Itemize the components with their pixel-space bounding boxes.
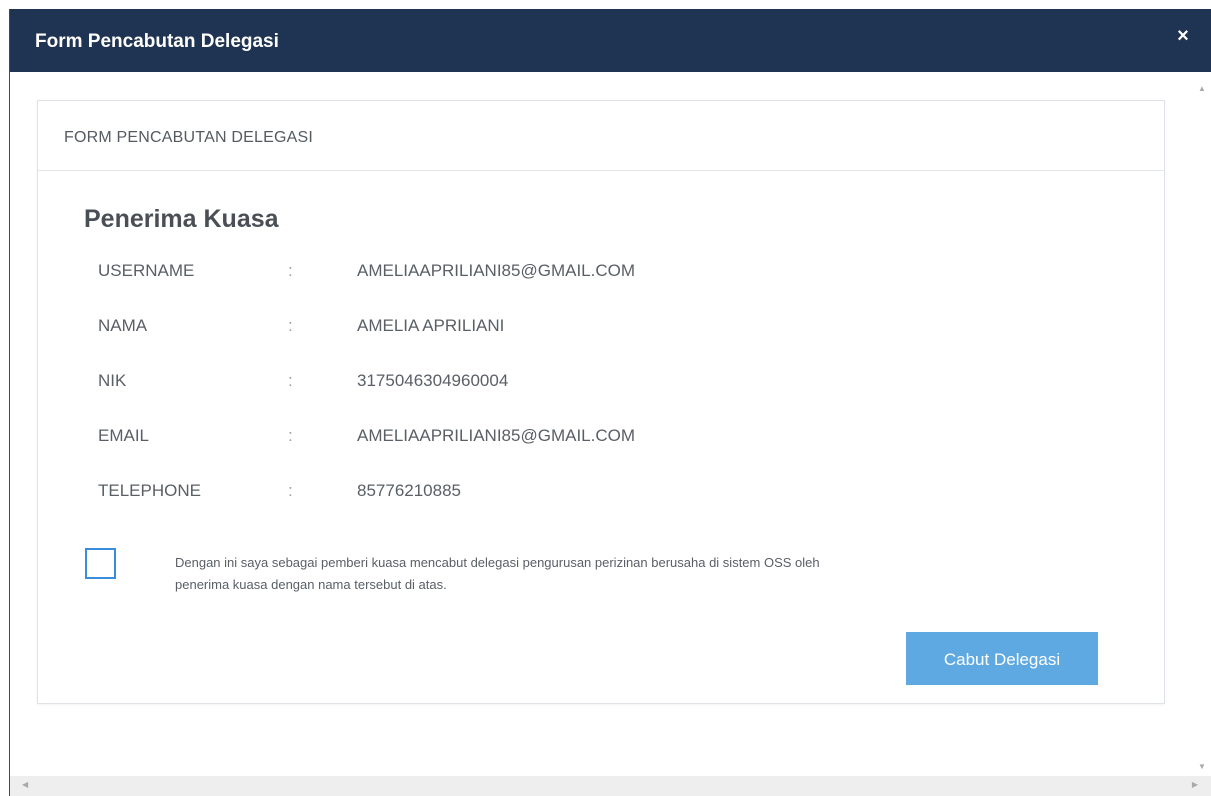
delegation-form-panel: FORM PENCABUTAN DELEGASI Penerima Kuasa … <box>37 100 1165 704</box>
info-separator: : <box>288 426 293 445</box>
scroll-left-icon[interactable]: ◀ <box>22 780 28 789</box>
panel-heading-text: FORM PENCABUTAN DELEGASI <box>64 129 313 146</box>
horizontal-scrollbar[interactable]: ◀ ▶ <box>10 776 1211 796</box>
modal-header: Form Pencabutan Delegasi × <box>10 9 1211 72</box>
info-label: NAMA <box>98 316 148 335</box>
info-label: USERNAME <box>98 261 195 280</box>
close-icon[interactable]: × <box>1172 25 1194 47</box>
vertical-scrollbar[interactable]: ▲ ▼ <box>1192 72 1211 775</box>
info-value: AMELIAAPRILIANI85@GMAIL.COM <box>357 426 636 445</box>
info-separator: : <box>288 481 293 500</box>
info-separator: : <box>288 316 293 335</box>
info-label: EMAIL <box>98 426 150 445</box>
info-separator: : <box>288 371 293 390</box>
info-value: AMELIAAPRILIANI85@GMAIL.COM <box>357 261 636 280</box>
agreement-checkbox[interactable] <box>85 548 116 579</box>
scroll-up-icon[interactable]: ▲ <box>1198 84 1206 93</box>
info-separator: : <box>288 261 293 280</box>
scroll-down-icon[interactable]: ▼ <box>1198 762 1206 771</box>
modal-title: Form Pencabutan Delegasi <box>35 31 279 52</box>
cabut-delegasi-button[interactable]: Cabut Delegasi <box>906 632 1098 685</box>
info-value: 85776210885 <box>357 481 462 500</box>
agreement-text: Dengan ini saya sebagai pemberi kuasa me… <box>175 552 1075 596</box>
section-title: Penerima Kuasa <box>84 205 279 233</box>
agreement-text-line1: Dengan ini saya sebagai pemberi kuasa me… <box>175 555 820 570</box>
info-label: NIK <box>98 371 127 390</box>
agreement-text-line2: penerima kuasa dengan nama tersebut di a… <box>175 577 447 592</box>
panel-heading: FORM PENCABUTAN DELEGASI <box>38 101 1164 171</box>
delegation-modal: Form Pencabutan Delegasi × FORM PENCABUT… <box>9 9 1211 796</box>
scroll-right-icon[interactable]: ▶ <box>1192 780 1198 789</box>
info-label: TELEPHONE <box>98 481 201 500</box>
info-value: AMELIA APRILIANI <box>357 316 505 335</box>
info-value: 3175046304960004 <box>357 371 509 390</box>
